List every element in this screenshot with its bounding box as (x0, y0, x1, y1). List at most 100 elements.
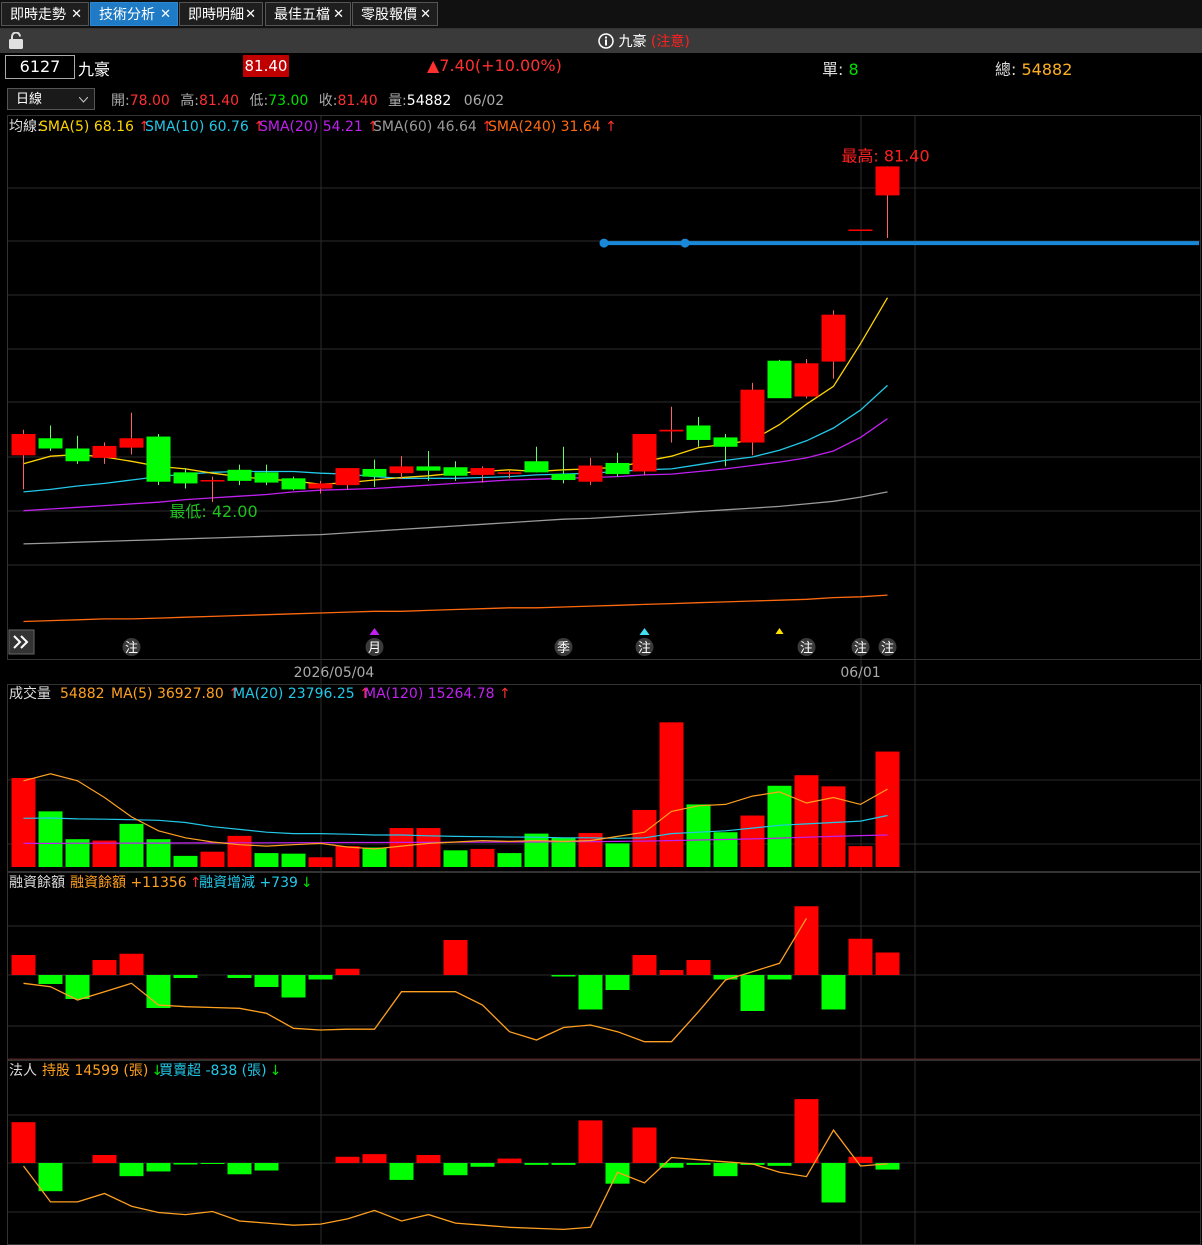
candle-body (875, 166, 900, 196)
expand-button[interactable] (8, 629, 35, 655)
down-arrow-icon: ↓ (301, 875, 313, 891)
event-marker-label: 季 (557, 641, 570, 656)
sma5-legend: SMA(5) 68.16 ↑ (39, 119, 150, 135)
volume-legend-prefix: 成交量 (9, 685, 51, 702)
margin-legend-balance: 融資餘額 +11356 ↑ (70, 874, 201, 891)
institutional-bars (11, 1099, 900, 1231)
candle-body (416, 466, 441, 471)
event-marker-label: 注 (638, 641, 651, 656)
down-arrow-icon: ↓ (270, 1063, 282, 1079)
line-handle (680, 238, 690, 248)
candle-body (146, 436, 171, 482)
date-tick-label: 06/01 (840, 665, 880, 681)
margin-bar (740, 975, 765, 1011)
inst-netbuy-text: 買賣超 -838 (張) (159, 1063, 267, 1079)
inst-bar (11, 1122, 36, 1163)
volume-ma5-legend: MA(5) 36927.80 ↑ (111, 686, 240, 702)
margin-bar (875, 952, 900, 975)
inst-legend-holding: 持股 14599 (張) ↓ (42, 1063, 163, 1079)
margin-bar (578, 975, 603, 1010)
triangle-icon (639, 628, 650, 635)
margin-bar (659, 970, 684, 975)
inst-bar (578, 1120, 603, 1163)
margin-bar (92, 960, 117, 975)
inst-bar (767, 1163, 792, 1166)
inst-bar (335, 1156, 360, 1163)
margin-bar (173, 975, 198, 978)
inst-bar (632, 1127, 657, 1163)
margin-bar (227, 975, 252, 978)
inst-bar (254, 1163, 279, 1171)
inst-bar (92, 1155, 117, 1163)
margin-legend-prefix: 融資餘額 (9, 874, 65, 891)
inst-bar (173, 1163, 198, 1165)
inst-bar (389, 1163, 414, 1180)
volume-bar (11, 777, 36, 867)
inst-bar (794, 1099, 819, 1163)
volume-bar (308, 857, 333, 867)
margin-bar (308, 975, 333, 980)
candle-body (632, 434, 657, 472)
inst-bar (38, 1163, 63, 1192)
inst-bar (362, 1154, 387, 1163)
inst-bar (686, 1163, 711, 1165)
volume-bar (740, 815, 765, 867)
candle-body (254, 472, 279, 483)
event-marker-label: 注 (800, 641, 813, 656)
candle-body (794, 363, 819, 397)
candle-body (659, 429, 684, 432)
margin-bar (794, 906, 819, 975)
candle-body (362, 468, 387, 477)
volume-bar (119, 823, 144, 867)
low-annotation: 最低: 42.00 (169, 502, 257, 521)
margin-bar (11, 955, 36, 975)
sma240-legend: SMA(240) 31.64 ↑ (488, 119, 617, 135)
candle-body (92, 445, 117, 458)
margin-bar (767, 975, 792, 980)
candle-body (281, 478, 306, 490)
volume-ma20-legend: MA(20) 23796.25 ↑ (233, 686, 371, 702)
inst-holding-line (22, 1128, 888, 1231)
volume-bar (794, 775, 819, 867)
volume-bar (821, 786, 846, 867)
event-marker-label: 注 (854, 641, 867, 656)
inst-bar (821, 1163, 846, 1203)
sma60-line (23, 491, 888, 545)
volume-bars (11, 722, 900, 867)
inst-bar (119, 1163, 144, 1177)
price-legend-prefix: 均線: (9, 119, 42, 135)
sma10-legend: SMA(10) 60.76 ↑ (145, 119, 265, 135)
event-marker-label: 注 (881, 641, 894, 656)
volume-ma120-legend: MA(120) 15264.78 ↑ (364, 686, 511, 702)
volume-bar (173, 855, 198, 867)
candle-body (551, 474, 576, 481)
date-tick-label: 2026/05/04 (294, 665, 375, 681)
candle-body (173, 472, 198, 484)
margin-legend-change: 融資增減 +739 ↓ (199, 874, 313, 891)
inst-bar (713, 1163, 738, 1177)
inst-bar (200, 1163, 225, 1164)
volume-bar (497, 853, 522, 867)
up-arrow-icon: ↑ (605, 119, 617, 135)
candle-body (335, 468, 360, 486)
date-axis: 2026/05/04 06/01 (294, 665, 881, 681)
volume-bar (686, 804, 711, 867)
line-handle (599, 238, 609, 248)
inst-bar (227, 1163, 252, 1175)
candle-body (605, 462, 630, 475)
margin-bar (281, 975, 306, 998)
margin-bar (686, 960, 711, 975)
volume-bar (416, 828, 441, 867)
candle-body (497, 472, 522, 474)
inst-bar (551, 1163, 576, 1165)
volume-bar (254, 853, 279, 867)
inst-bar (146, 1163, 171, 1172)
candle-body (65, 448, 90, 462)
kline-chart[interactable]: 注月季注注注注 2026/05/04 06/01 均線: SMA(5) 68.16… (0, 0, 1202, 1245)
margin-balance-line (23, 917, 808, 1043)
margin-bar (632, 955, 657, 975)
margin-bars (11, 906, 900, 1043)
volume-bar (848, 846, 873, 867)
volume-bar (605, 843, 630, 867)
candles (11, 166, 900, 503)
